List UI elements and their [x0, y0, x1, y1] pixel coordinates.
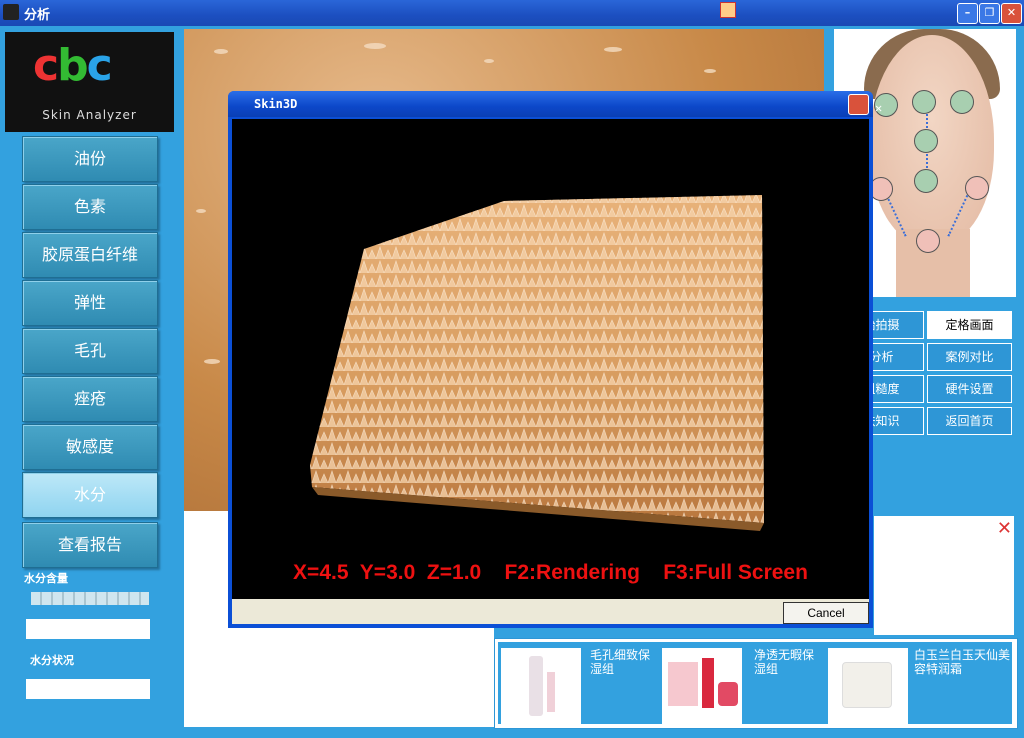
logo-subtitle: Skin Analyzer — [42, 108, 137, 122]
image-icon[interactable] — [720, 2, 736, 18]
view-report-button[interactable]: 查看报告 — [22, 522, 158, 568]
skin3d-dialog: Skin3D ✕ X=4.5 Y=3.0 Z=1.0 F2:Rendering … — [228, 91, 882, 628]
render-status-text: X=4.5 Y=3.0 Z=1.0 F2:Rendering F3:Full S… — [293, 561, 808, 584]
hardware-settings-button[interactable]: 硬件设置 — [927, 375, 1012, 403]
nav-sensitivity-button[interactable]: 敏感度 — [22, 424, 158, 470]
window-title: 分析 — [24, 8, 51, 23]
product-name[interactable]: 净透无暇保湿组 — [754, 648, 824, 676]
close-icon: ✕ — [875, 101, 883, 115]
logo: cbc Skin Analyzer — [5, 32, 174, 132]
moisture-content-field — [26, 619, 150, 639]
face-point-forehead-right[interactable] — [950, 90, 974, 114]
face-point-nose-bridge[interactable] — [914, 129, 938, 153]
notes-panel: ✕ — [874, 516, 1014, 635]
nav-pores-button[interactable]: 毛孔 — [22, 328, 158, 374]
moisture-status-label: 水分状况 — [30, 654, 74, 667]
freeze-frame-button[interactable]: 定格画面 — [927, 311, 1012, 339]
dialog-close-button[interactable]: ✕ — [848, 94, 882, 115]
nav-moisture-button[interactable]: 水分 — [22, 472, 158, 518]
moisture-meter — [31, 592, 149, 605]
cancel-button[interactable]: Cancel — [783, 602, 869, 624]
product-name[interactable]: 白玉兰白玉天仙美容特润霜 — [914, 648, 1010, 676]
nav-pigment-button[interactable]: 色素 — [22, 184, 158, 230]
close-icon: ✕ — [1006, 6, 1017, 19]
face-point-forehead-center[interactable] — [912, 90, 936, 114]
face-point-chin[interactable] — [916, 229, 940, 253]
case-compare-button[interactable]: 案例对比 — [927, 343, 1012, 371]
surface-spikes — [310, 195, 764, 523]
face-point-cheek-right[interactable] — [965, 176, 989, 200]
products-strip: 毛孔细致保湿组 净透无暇保湿组 白玉兰白玉天仙美容特润霜 — [494, 638, 1018, 729]
product-image[interactable] — [501, 648, 581, 726]
nav-oil-button[interactable]: 油份 — [22, 136, 158, 182]
dialog-title: Skin3D — [254, 97, 298, 111]
logo-letters: cbc — [33, 40, 113, 91]
restore-icon: ❐ — [984, 6, 995, 19]
close-button[interactable]: ✕ — [1001, 3, 1022, 24]
product-name[interactable]: 毛孔细致保湿组 — [590, 648, 660, 676]
moisture-status-field — [26, 679, 150, 699]
product-image[interactable] — [828, 648, 908, 726]
app-icon — [3, 4, 19, 20]
window-titlebar: 分析 – ❐ ✕ — [0, 0, 1024, 26]
skin3d-surface — [310, 195, 764, 531]
return-home-button[interactable]: 返回首页 — [927, 407, 1012, 435]
nav-elasticity-button[interactable]: 弹性 — [22, 280, 158, 326]
skin3d-viewport[interactable]: X=4.5 Y=3.0 Z=1.0 F2:Rendering F3:Full S… — [232, 119, 869, 599]
restore-button[interactable]: ❐ — [979, 3, 1000, 24]
moisture-content-label: 水分含量 — [24, 572, 68, 585]
minimize-icon: – — [964, 6, 971, 19]
product-image[interactable] — [662, 648, 742, 726]
nav-acne-button[interactable]: 痤疮 — [22, 376, 158, 422]
delete-icon[interactable]: ✕ — [997, 518, 1012, 539]
minimize-button[interactable]: – — [957, 3, 978, 24]
nav-collagen-button[interactable]: 胶原蛋白纤维 — [22, 232, 158, 278]
dialog-titlebar: Skin3D ✕ — [228, 91, 882, 117]
dialog-footer: Cancel — [232, 599, 869, 624]
face-point-nose[interactable] — [914, 169, 938, 193]
